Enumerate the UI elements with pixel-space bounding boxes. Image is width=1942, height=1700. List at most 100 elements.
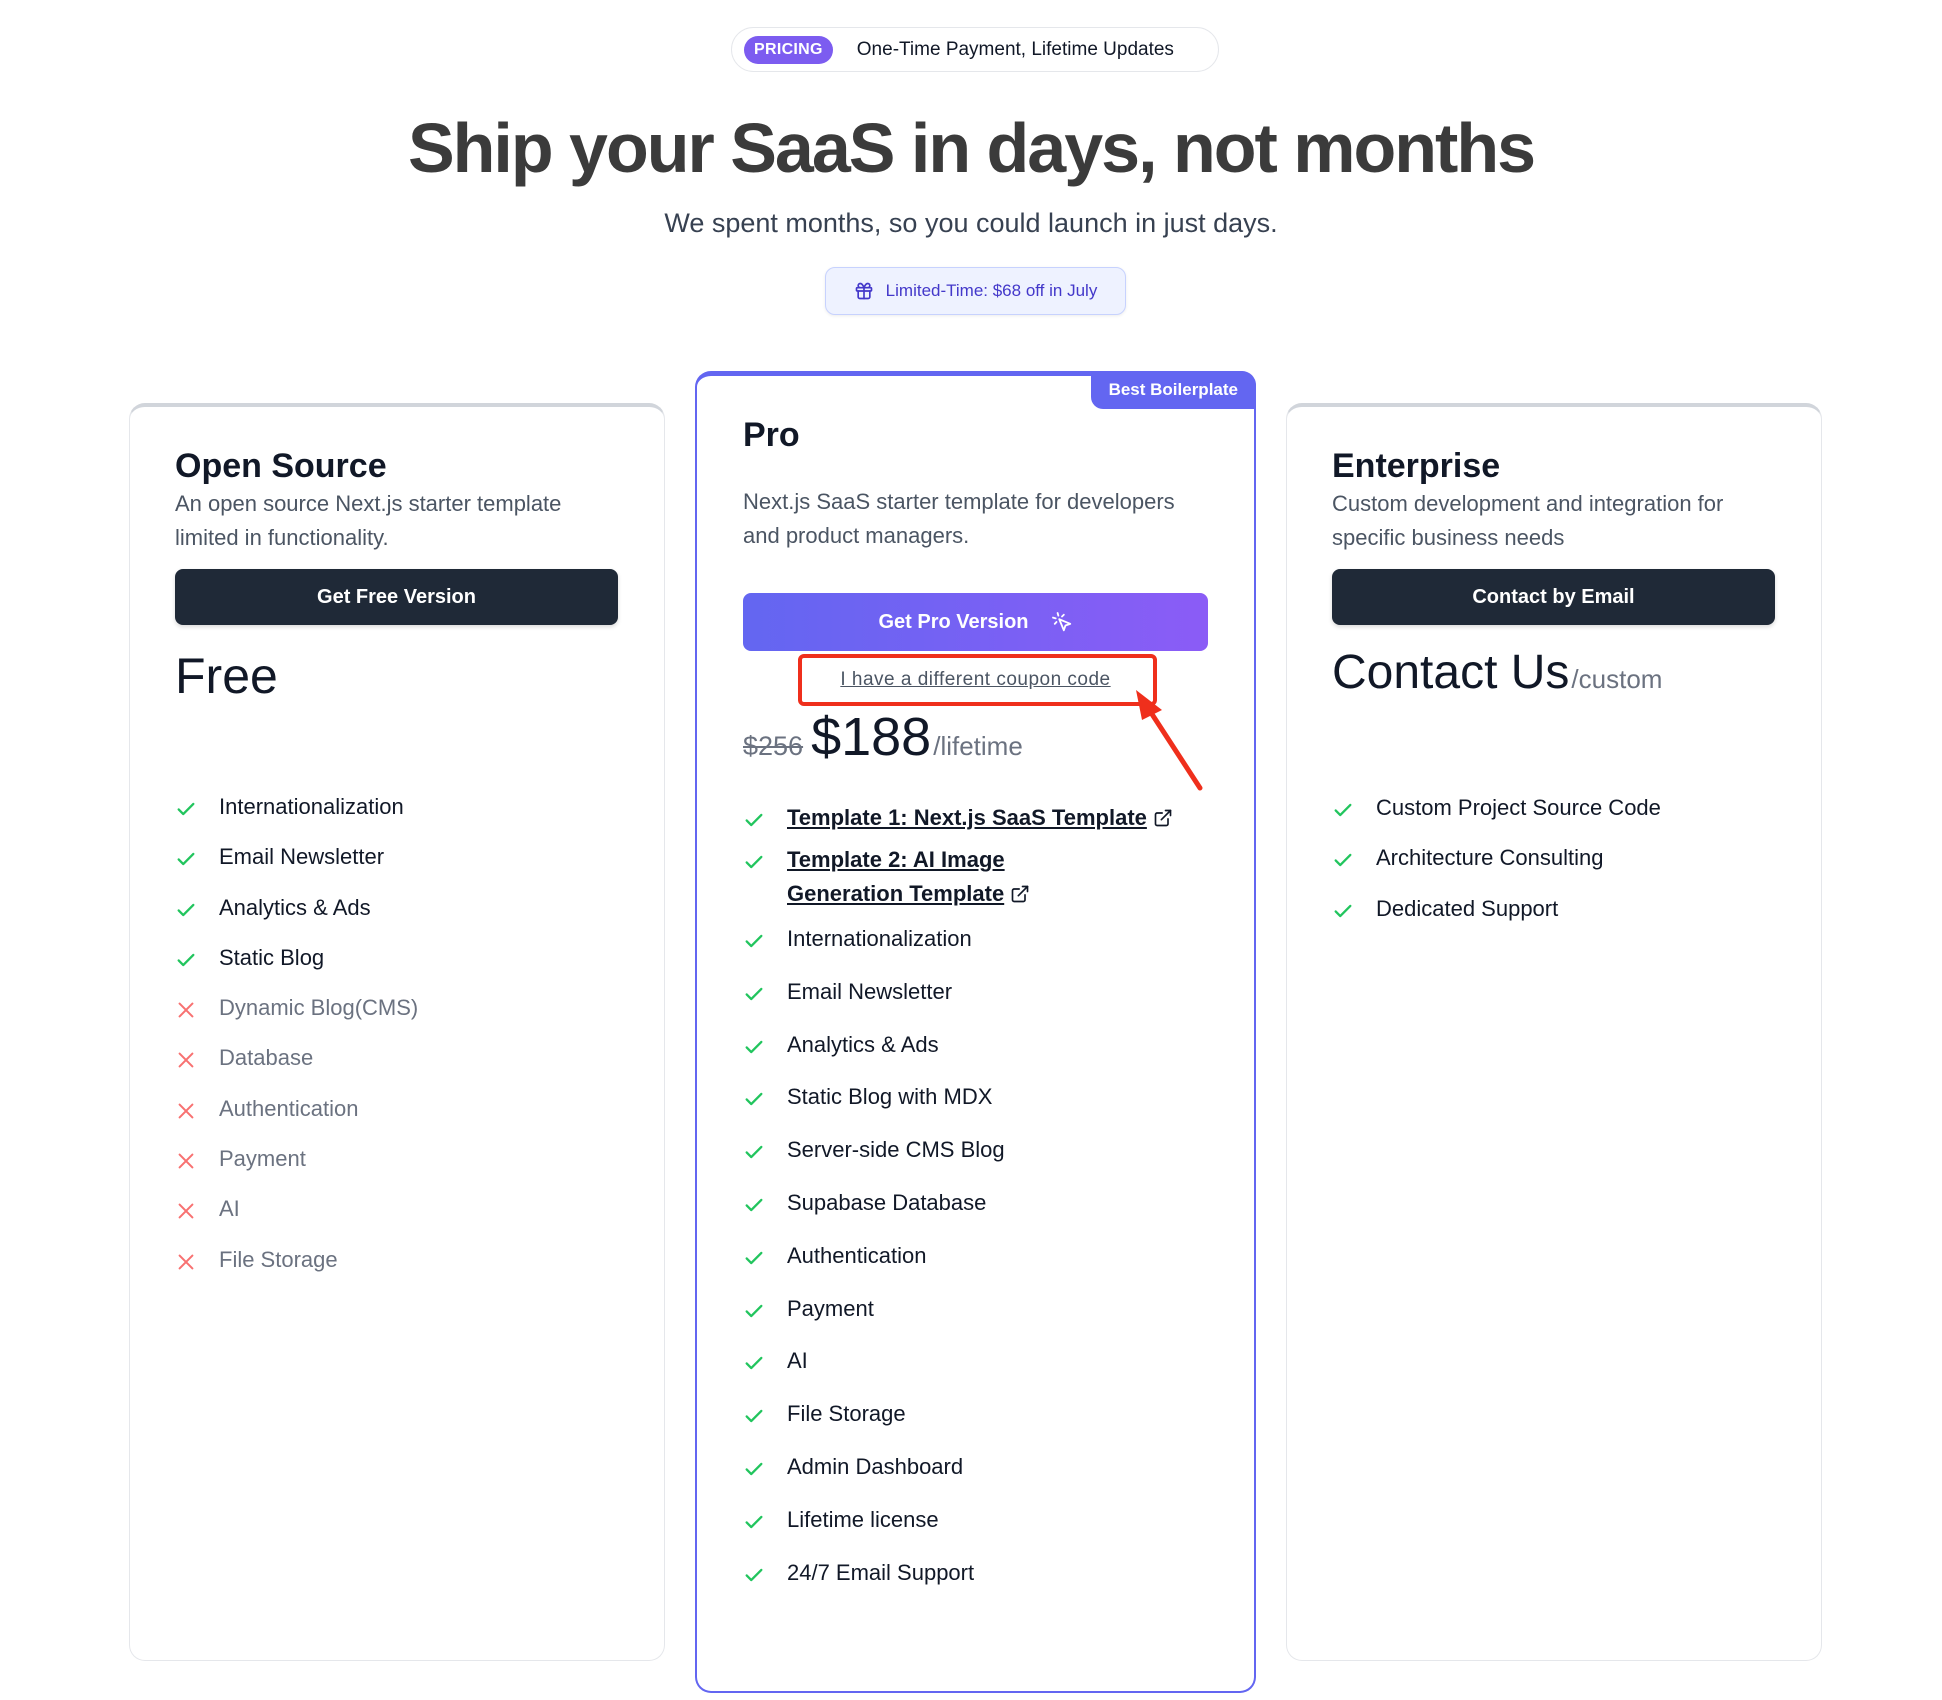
get-pro-version-button[interactable]: Get Pro Version: [743, 593, 1208, 651]
pricing-pill: PRICING One-Time Payment, Lifetime Updat…: [731, 27, 1219, 72]
feature-label: Payment: [219, 1146, 306, 1172]
feature-label: Architecture Consulting: [1376, 845, 1604, 871]
x-icon: [178, 1153, 194, 1169]
feature-list: Template 1: Next.js SaaS Template Templat…: [743, 805, 1183, 1612]
pill-text: One-Time Payment, Lifetime Updates: [856, 38, 1174, 60]
feature-item: Internationalization: [175, 794, 418, 844]
feature-label: Lifetime license: [787, 1506, 939, 1532]
get-free-version-button[interactable]: Get Free Version: [175, 569, 618, 625]
plan-title: Open Source: [175, 447, 387, 485]
check-icon: [745, 1040, 763, 1053]
feature-item: Supabase Database: [743, 1190, 1183, 1243]
get-pro-version-label: Get Pro Version: [878, 610, 1029, 633]
check-icon: [745, 1568, 763, 1581]
feature-label: Dynamic Blog(CMS): [219, 995, 419, 1021]
feature-item: File Storage: [743, 1401, 1183, 1454]
check-icon: [745, 987, 763, 1000]
feature-item: Template 1: Next.js SaaS Template: [743, 805, 1183, 847]
plan-price: Free: [175, 648, 278, 704]
feature-item: AI: [743, 1348, 1183, 1401]
feature-label: Custom Project Source Code: [1376, 795, 1661, 820]
page-subtitle: We spent months, so you could launch in …: [664, 208, 1278, 238]
feature-label: Server-side CMS Blog: [787, 1137, 1005, 1163]
template-link[interactable]: Template 1: Next.js SaaS Template: [787, 805, 1147, 830]
x-icon: [178, 1203, 194, 1219]
check-icon: [177, 853, 195, 866]
original-price: $256: [743, 731, 804, 761]
feature-label: Dedicated Support: [1376, 895, 1559, 921]
x-icon: [178, 1254, 194, 1270]
check-icon: [745, 813, 763, 827]
feature-list: Internationalization Email Newsletter Anal…: [175, 794, 418, 1297]
external-link-icon: [1011, 885, 1029, 903]
check-icon: [745, 1198, 763, 1212]
feature-item: Dynamic Blog(CMS): [175, 995, 418, 1045]
promo-badge[interactable]: Limited-Time: $68 off in July: [825, 267, 1126, 315]
feature-label: Email Newsletter: [219, 844, 385, 870]
plan-card-enterprise: Enterprise Custom development and integr…: [1286, 403, 1822, 1661]
check-icon: [745, 934, 763, 948]
check-icon: [1334, 904, 1352, 917]
feature-item: Authentication: [175, 1096, 418, 1146]
feature-item: File Storage: [175, 1247, 418, 1297]
feature-item: Static Blog: [175, 945, 418, 995]
feature-label: Analytics & Ads: [787, 1031, 939, 1057]
plan-card-open-source: Open Source An open source Next.js start…: [129, 403, 665, 1661]
coupon-code-link[interactable]: I have a different coupon code: [697, 669, 1254, 691]
feature-label: Analytics & Ads: [219, 894, 371, 920]
plan-description: An open source Next.js starter template …: [175, 491, 562, 550]
feature-label: Database: [219, 1045, 314, 1071]
external-link-icon: [1154, 809, 1172, 827]
feature-label: Authentication: [787, 1242, 927, 1268]
check-icon: [177, 953, 195, 967]
plan-title: Pro: [743, 416, 800, 454]
feature-label: File Storage: [787, 1401, 906, 1427]
feature-item: Email Newsletter: [175, 844, 418, 894]
price-unit: /lifetime: [933, 731, 1023, 761]
plan-price: $256 $188 /lifetime: [743, 706, 1023, 768]
feature-label: Admin Dashboard: [787, 1453, 964, 1479]
feature-label: Email Newsletter: [787, 978, 953, 1004]
check-icon: [745, 855, 763, 869]
cursor-click-icon: [1051, 612, 1071, 632]
check-icon: [745, 1146, 763, 1159]
feature-item: Lifetime license: [743, 1507, 1183, 1560]
promo-text: Limited-Time: $68 off in July: [885, 281, 1098, 300]
feature-label: Internationalization: [219, 794, 404, 819]
feature-item: Static Blog with MDX: [743, 1084, 1183, 1137]
feature-label: 24/7 Email Support: [787, 1559, 975, 1585]
feature-item: Authentication: [743, 1243, 1183, 1296]
feature-item: Template 2: AI Image Generation Template: [743, 847, 1103, 926]
check-icon: [745, 1304, 763, 1317]
feature-item: Payment: [175, 1146, 418, 1196]
contact-by-email-button[interactable]: Contact by Email: [1332, 569, 1775, 625]
plan-title: Enterprise: [1332, 447, 1501, 485]
feature-item: Database: [175, 1045, 418, 1095]
check-icon: [745, 1357, 763, 1370]
pricing-tag: PRICING: [744, 35, 833, 64]
plan-card-pro: Best Boilerplate Pro Next.js SaaS starte…: [695, 371, 1256, 1693]
pricing-page: PRICING One-Time Payment, Lifetime Updat…: [0, 0, 1942, 1700]
plan-description: Next.js SaaS starter template for develo…: [743, 489, 1175, 548]
feature-label: Payment: [787, 1295, 874, 1321]
feature-item: Dedicated Support: [1332, 896, 1661, 946]
feature-label: Supabase Database: [787, 1189, 987, 1215]
template-link[interactable]: Template 2: AI Image Generation Template: [787, 847, 1005, 906]
check-icon: [745, 1462, 763, 1476]
feature-label: Static Blog: [219, 944, 325, 970]
feature-label: File Storage: [219, 1246, 338, 1272]
feature-item: Analytics & Ads: [175, 895, 418, 945]
feature-item: Custom Project Source Code: [1332, 795, 1661, 845]
feature-item: Email Newsletter: [743, 979, 1183, 1032]
feature-label: Internationalization: [787, 926, 972, 951]
feature-item: Internationalization: [743, 926, 1183, 979]
feature-item: Payment: [743, 1296, 1183, 1349]
check-icon: [745, 1515, 763, 1528]
feature-item: 24/7 Email Support: [743, 1560, 1183, 1613]
check-icon: [177, 802, 195, 816]
plan-price: Contact Us /custom: [1332, 645, 1662, 700]
check-icon: [745, 1251, 763, 1264]
feature-item: AI: [175, 1196, 418, 1246]
price-unit: /custom: [1571, 664, 1663, 694]
check-icon: [745, 1409, 763, 1423]
